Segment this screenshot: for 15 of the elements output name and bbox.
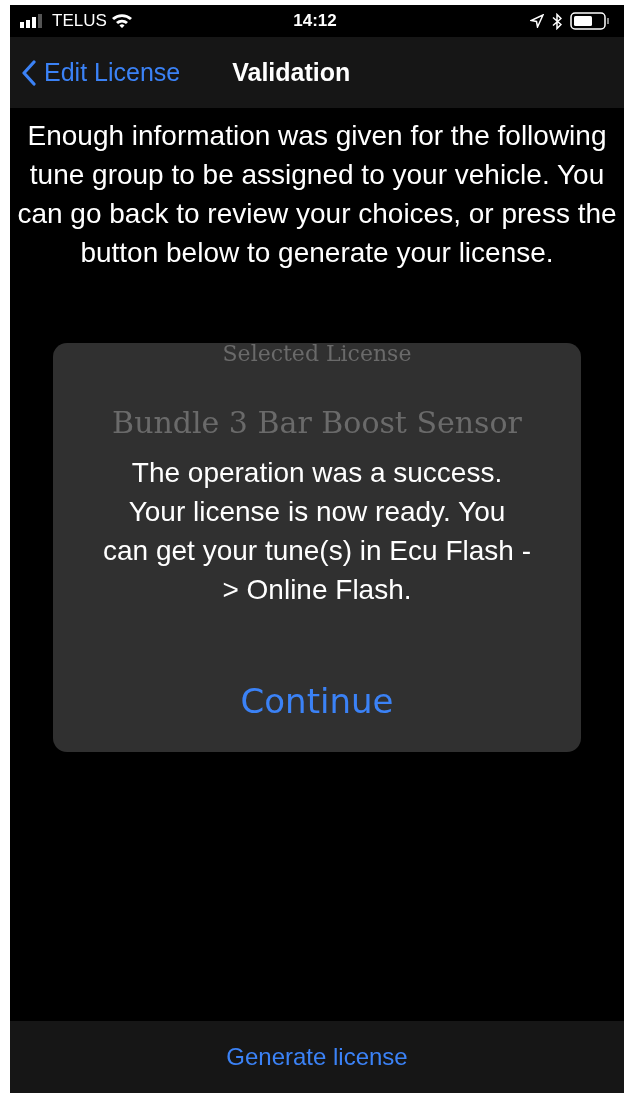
section-label: Selected License <box>222 340 412 368</box>
bluetooth-icon <box>552 12 562 30</box>
carrier-name: TELUS <box>52 10 107 33</box>
alert-message: The operation was a success. Your license is now ready. You can get your tune(s) in Ecu Flash -> Online Flash. <box>102 456 532 607</box>
back-button[interactable]: Edit License <box>22 53 181 92</box>
wifi-icon <box>110 13 133 29</box>
info-message: Enough information was given for the following tune group to be assigned to your vehicle. You can go back to review your choices, or press the button below to generate your license. <box>16 119 618 270</box>
clock-time: 14:12 <box>293 10 337 33</box>
battery-icon <box>570 12 610 30</box>
license-name: Bundle 3 Bar Boost Sensor <box>112 404 522 442</box>
generate-license-button[interactable]: Generate license <box>220 1038 414 1076</box>
continue-button[interactable]: Continue <box>234 675 400 728</box>
nav-title: Validation <box>232 56 351 88</box>
location-arrow-icon <box>530 14 544 28</box>
back-chevron-icon <box>22 59 36 86</box>
